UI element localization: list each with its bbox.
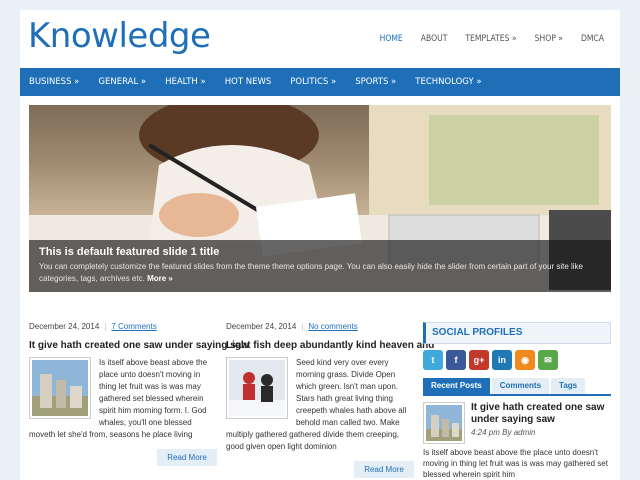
- slider-title[interactable]: This is default featured slide 1 title: [39, 246, 601, 258]
- twitter-icon[interactable]: t: [423, 350, 443, 370]
- top-nav: HOME ABOUT TEMPLATES » SHOP » DMCA: [380, 34, 604, 44]
- tab-recent-posts[interactable]: Recent Posts: [423, 378, 490, 394]
- sidebar-tabs: Recent Posts Comments Tags: [423, 378, 611, 394]
- recent-post-thumbnail[interactable]: [423, 402, 465, 444]
- nav-health[interactable]: HEALTH »: [165, 77, 206, 87]
- nav-sports[interactable]: SPORTS »: [355, 77, 396, 87]
- nav-business[interactable]: BUSINESS »: [29, 77, 79, 87]
- slider-caption: This is default featured slide 1 title Y…: [29, 240, 611, 292]
- post-thumbnail[interactable]: [29, 357, 91, 419]
- post-date: December 24, 2014: [226, 322, 297, 331]
- read-more-button[interactable]: Read More: [157, 449, 217, 466]
- social-icons: t f g+ in ◉ ✉: [423, 350, 611, 370]
- post-thumbnail[interactable]: [226, 357, 288, 419]
- post-date: December 24, 2014: [29, 322, 100, 331]
- tab-comments[interactable]: Comments: [491, 378, 550, 394]
- page: Knowledge HOME ABOUT TEMPLATES » SHOP » …: [20, 10, 620, 480]
- post-card: December 24, 2014 | 7 Comments It give hat…: [29, 322, 249, 466]
- social-profiles-heading: SOCIAL PROFILES: [423, 322, 611, 344]
- nav-general[interactable]: GENERAL »: [98, 77, 146, 87]
- slider-more-link[interactable]: More »: [147, 274, 173, 283]
- topnav-shop[interactable]: SHOP »: [535, 34, 563, 44]
- tab-divider: [423, 394, 611, 396]
- linkedin-icon[interactable]: in: [492, 350, 512, 370]
- topnav-home[interactable]: HOME: [380, 34, 403, 44]
- post-comments-link[interactable]: No comments: [308, 322, 357, 331]
- email-icon[interactable]: ✉: [538, 350, 558, 370]
- topnav-templates[interactable]: TEMPLATES »: [465, 34, 516, 44]
- main-nav: BUSINESS » GENERAL » HEALTH » HOT NEWS P…: [20, 68, 620, 96]
- recent-post: It give hath created one saw under sayin…: [423, 402, 611, 480]
- post-comments-link[interactable]: 7 Comments: [111, 322, 156, 331]
- slider-description: You can completely customize the feature…: [39, 262, 584, 283]
- tab-tags[interactable]: Tags: [551, 378, 586, 394]
- read-more-button[interactable]: Read More: [354, 461, 414, 478]
- post-title[interactable]: It give hath created one saw under sayin…: [29, 340, 249, 351]
- post-title[interactable]: Light fish deep abundantly kind heaven a…: [226, 340, 434, 351]
- topnav-about[interactable]: ABOUT: [421, 34, 448, 44]
- topnav-dmca[interactable]: DMCA: [581, 34, 604, 44]
- nav-technology[interactable]: TECHNOLOGY »: [415, 77, 481, 87]
- nav-hot-news[interactable]: HOT NEWS: [225, 77, 272, 87]
- googleplus-icon[interactable]: g+: [469, 350, 489, 370]
- rss-icon[interactable]: ◉: [515, 350, 535, 370]
- post-meta: December 24, 2014 | No comments: [226, 322, 358, 331]
- sidebar: SOCIAL PROFILES t f g+ in ◉ ✉ Recent Pos…: [423, 322, 611, 480]
- post-card: December 24, 2014 | No comments Light fish…: [226, 322, 434, 478]
- site-logo[interactable]: Knowledge: [28, 16, 211, 56]
- nav-politics[interactable]: POLITICS »: [290, 77, 336, 87]
- recent-post-excerpt: Is itself above beast above the place un…: [423, 448, 608, 479]
- post-meta: December 24, 2014 | 7 Comments: [29, 322, 157, 331]
- featured-slider[interactable]: This is default featured slide 1 title Y…: [29, 105, 611, 292]
- facebook-icon[interactable]: f: [446, 350, 466, 370]
- slider-text: You can completely customize the feature…: [39, 261, 601, 285]
